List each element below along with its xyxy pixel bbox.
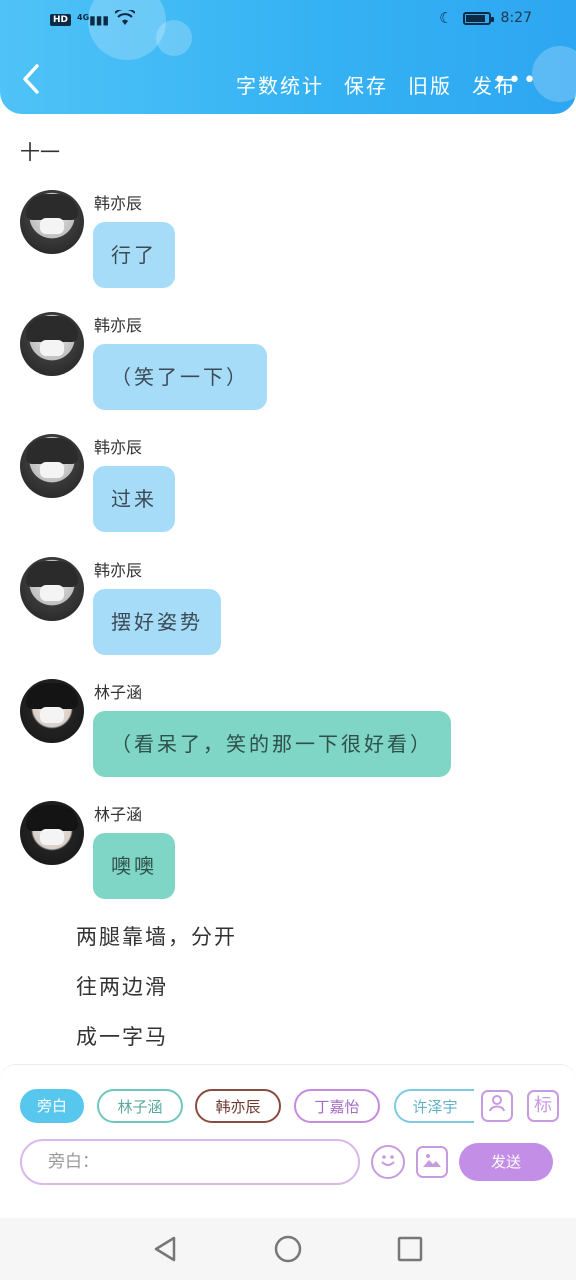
- avatar[interactable]: [20, 801, 84, 865]
- chapter-title: 十一: [20, 140, 60, 164]
- speaker-name: 林子涵: [94, 683, 143, 702]
- role-chip[interactable]: 许泽宇: [394, 1089, 474, 1123]
- composer-panel: 旁白 林子涵 韩亦辰 丁嘉怡 许泽宇 标 旁白： 发送: [0, 1064, 576, 1221]
- narration-line[interactable]: 成一字马: [76, 1021, 168, 1051]
- speaker-name: 韩亦辰: [94, 438, 143, 457]
- word-count-button[interactable]: 字数统计: [236, 70, 324, 99]
- hd-badge: HD: [50, 13, 72, 26]
- save-button[interactable]: 保存: [344, 70, 388, 99]
- speaker-name: 韩亦辰: [94, 561, 143, 580]
- message-bubble[interactable]: 噢噢: [93, 833, 175, 899]
- avatar[interactable]: [20, 557, 84, 621]
- message-bubble[interactable]: 过来: [93, 466, 175, 532]
- clock: 8:27: [500, 10, 532, 26]
- network-label: 4G▮▮▮: [77, 12, 109, 27]
- message-bubble[interactable]: （笑了一下）: [93, 344, 267, 410]
- smiley-icon[interactable]: [371, 1145, 405, 1179]
- role-chip[interactable]: 韩亦辰: [195, 1089, 281, 1123]
- message-bubble[interactable]: 摆好姿势: [93, 589, 221, 655]
- role-chip[interactable]: 林子涵: [97, 1089, 183, 1123]
- circle-home-icon[interactable]: [274, 1235, 302, 1268]
- tag-button[interactable]: 标: [527, 1090, 559, 1122]
- old-version-button[interactable]: 旧版: [408, 70, 452, 99]
- square-recents-icon[interactable]: [397, 1235, 423, 1268]
- back-icon[interactable]: [22, 64, 44, 100]
- header-actions: 字数统计 保存 旧版 发布: [236, 70, 516, 99]
- status-left: HD 4G▮▮▮: [50, 7, 136, 29]
- avatar[interactable]: [20, 679, 84, 743]
- more-dots-icon[interactable]: •••: [493, 68, 538, 93]
- system-nav-bar: [0, 1218, 576, 1280]
- status-right: ☾ 8:27: [439, 9, 532, 27]
- speaker-name: 韩亦辰: [94, 194, 143, 213]
- person-card-icon[interactable]: [481, 1090, 513, 1122]
- decor-bubble: [88, 0, 166, 60]
- triangle-back-icon[interactable]: [152, 1235, 178, 1268]
- wifi-icon: [114, 7, 136, 29]
- speaker-name: 韩亦辰: [94, 316, 143, 335]
- image-icon[interactable]: [416, 1146, 448, 1178]
- moon-icon: ☾: [439, 9, 453, 27]
- avatar[interactable]: [20, 312, 84, 376]
- avatar[interactable]: [20, 434, 84, 498]
- send-button[interactable]: 发送: [459, 1143, 553, 1181]
- battery-icon: [462, 11, 494, 25]
- avatar[interactable]: [20, 190, 84, 254]
- top-header: HD 4G▮▮▮ ☾ 8:27 字数统计 保存 旧版 发布 •••: [0, 0, 576, 114]
- role-chip-narrator[interactable]: 旁白: [20, 1089, 84, 1123]
- message-bubble[interactable]: （看呆了，笑的那一下很好看）: [93, 711, 451, 777]
- narration-line[interactable]: 两腿靠墙，分开: [76, 921, 237, 951]
- narration-line[interactable]: 往两边滑: [76, 971, 168, 1001]
- message-input[interactable]: 旁白：: [20, 1139, 360, 1185]
- message-bubble[interactable]: 行了: [93, 222, 175, 288]
- speaker-name: 林子涵: [94, 805, 143, 824]
- role-chip[interactable]: 丁嘉怡: [294, 1089, 380, 1123]
- decor-bubble: [532, 46, 576, 102]
- decor-bubble: [156, 20, 192, 56]
